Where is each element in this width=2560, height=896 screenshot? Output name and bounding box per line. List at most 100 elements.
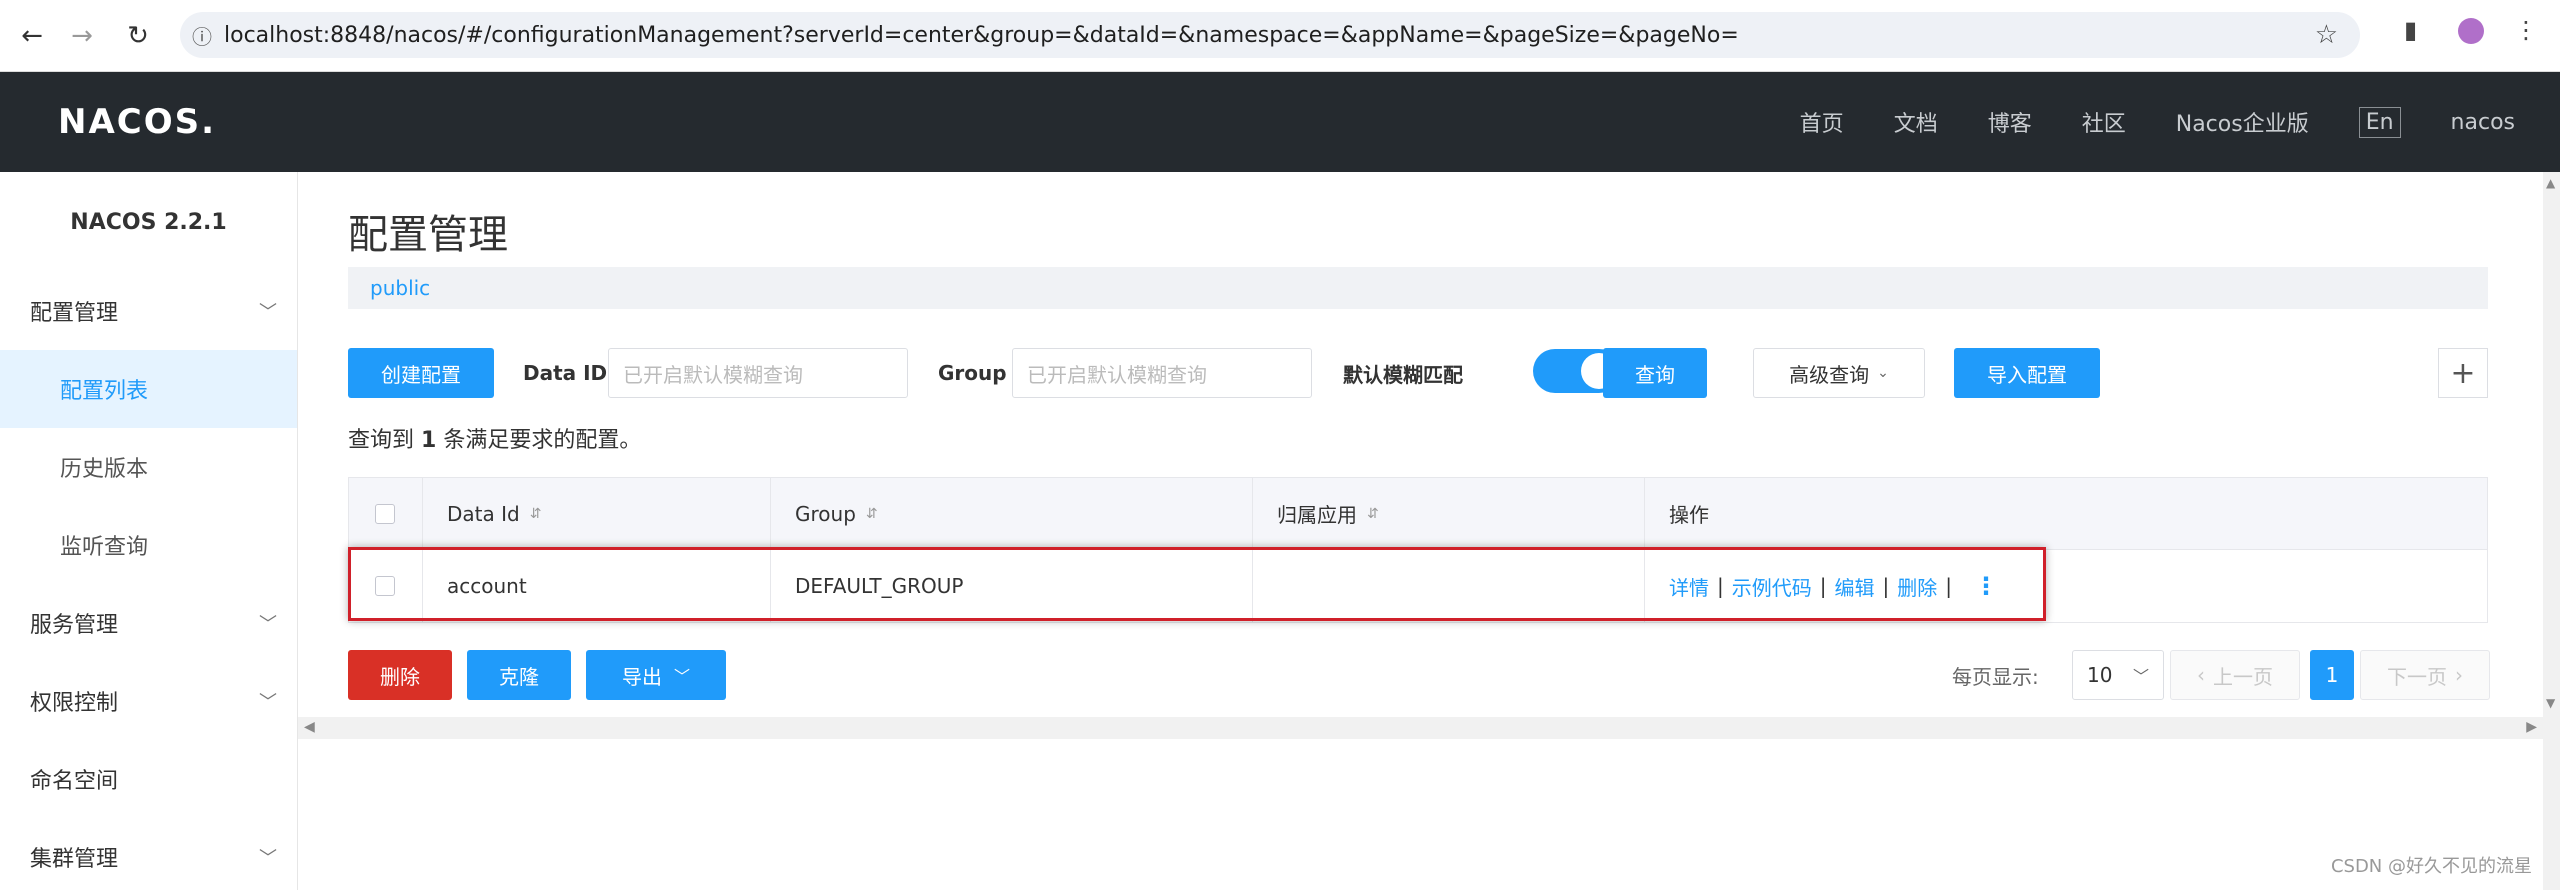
plus-icon[interactable]: + <box>2438 348 2488 398</box>
dataid-input[interactable]: 已开启默认模糊查询 <box>608 348 908 398</box>
header-label: Group <box>795 502 856 526</box>
profile-avatar-icon[interactable] <box>2458 18 2484 44</box>
query-button[interactable]: 查询 <box>1603 348 1707 398</box>
chevron-down-icon: ﹀ <box>259 688 277 714</box>
header-checkbox-cell <box>349 478 423 549</box>
nav-docs[interactable]: 文档 <box>1894 106 1938 138</box>
sidebar-item-namespace[interactable]: 命名空间 <box>0 740 297 818</box>
sidebar-item-config-management[interactable]: 配置管理 ﹀ <box>0 272 297 350</box>
namespace-public[interactable]: public <box>370 276 430 300</box>
sidebar-item-access-control[interactable]: 权限控制 ﹀ <box>0 662 297 740</box>
header-label: 归属应用 <box>1277 499 1357 528</box>
nav-home[interactable]: 首页 <box>1800 106 1844 138</box>
chevron-down-icon: ﹀ <box>259 610 277 636</box>
table-row: account DEFAULT_GROUP 详情 | 示例代码 | 编辑 | 删… <box>349 550 2487 622</box>
import-config-button[interactable]: 导入配置 <box>1954 348 2100 398</box>
scroll-left-icon[interactable]: ◀ <box>304 719 315 735</box>
header-app[interactable]: 归属应用 ⇵ <box>1253 478 1645 549</box>
advanced-query-button[interactable]: 高级查询 ⌄ <box>1753 348 1925 398</box>
sidebar-item-label: 命名空间 <box>30 763 118 795</box>
delete-link[interactable]: 删除 <box>1897 572 1937 601</box>
sidebar-item-label: 权限控制 <box>30 685 118 717</box>
sort-icon[interactable]: ⇵ <box>866 506 878 522</box>
batch-delete-button[interactable]: 删除 <box>348 650 452 700</box>
more-options-icon[interactable]: ⋮ <box>1974 572 1998 600</box>
user-name[interactable]: nacos <box>2451 110 2515 135</box>
language-switch[interactable]: En <box>2359 107 2401 138</box>
edit-link[interactable]: 编辑 <box>1835 572 1875 601</box>
chevron-down-icon: ﹀ <box>259 298 277 324</box>
nav-enterprise[interactable]: Nacos企业版 <box>2176 106 2309 138</box>
sidebar-item-listener-query[interactable]: 监听查询 <box>0 506 297 584</box>
sample-code-link[interactable]: 示例代码 <box>1732 572 1812 601</box>
main-content: 配置管理 public 创建配置 Data ID 已开启默认模糊查询 Group… <box>298 172 2543 890</box>
sidebar: NACOS 2.2.1 配置管理 ﹀ 配置列表 历史版本 监听查询 服务管理 ﹀… <box>0 172 298 890</box>
sidebar-item-label: 配置管理 <box>30 295 118 327</box>
group-input[interactable]: 已开启默认模糊查询 <box>1012 348 1312 398</box>
scroll-right-icon[interactable]: ▶ <box>2526 719 2537 735</box>
header-dataid[interactable]: Data Id ⇵ <box>423 478 771 549</box>
page-title: 配置管理 <box>348 202 508 260</box>
sidebar-item-label: 集群管理 <box>30 841 118 873</box>
group-label: Group <box>938 348 1007 398</box>
select-all-checkbox[interactable] <box>375 504 395 524</box>
header-operations: 操作 <box>1645 478 2487 549</box>
top-navbar: NACOS. 首页 文档 博客 社区 Nacos企业版 En nacos <box>0 72 2560 172</box>
header-group[interactable]: Group ⇵ <box>771 478 1253 549</box>
sort-icon[interactable]: ⇵ <box>530 506 542 522</box>
prev-page-label: 上一页 <box>2213 661 2273 690</box>
chevron-down-icon: ﹀ <box>259 844 277 870</box>
forward-icon[interactable]: → <box>62 16 102 56</box>
separator: | <box>1820 574 1827 598</box>
scroll-up-icon[interactable]: ▲ <box>2546 176 2555 190</box>
row-checkbox[interactable] <box>375 576 395 596</box>
dataid-label: Data ID <box>523 348 607 398</box>
sidebar-item-history[interactable]: 历史版本 <box>0 428 297 506</box>
sidebar-toggle-icon[interactable]: ▮ <box>2404 16 2417 44</box>
url-text: localhost:8848/nacos/#/configurationMana… <box>224 23 1739 48</box>
site-info-icon[interactable]: ⓘ <box>180 21 224 50</box>
separator: | <box>1945 574 1952 598</box>
result-prefix: 查询到 <box>348 428 414 453</box>
result-suffix: 条满足要求的配置。 <box>443 428 641 453</box>
nav-blog[interactable]: 博客 <box>1988 106 2032 138</box>
nacos-logo[interactable]: NACOS. <box>58 102 216 142</box>
prev-page-button[interactable]: ‹ 上一页 <box>2170 650 2300 700</box>
horizontal-scrollbar[interactable]: ◀ ▶ <box>298 717 2543 739</box>
result-count: 1 <box>421 428 436 453</box>
sidebar-item-cluster-management[interactable]: 集群管理 ﹀ <box>0 818 297 896</box>
fuzzy-match-label: 默认模糊匹配 <box>1343 348 1463 398</box>
table-header: Data Id ⇵ Group ⇵ 归属应用 ⇵ 操作 <box>349 478 2487 550</box>
header-label: 操作 <box>1669 499 1709 528</box>
clone-button[interactable]: 克隆 <box>467 650 571 700</box>
page-size-select[interactable]: 10 ﹀ <box>2072 650 2164 700</box>
sidebar-item-config-list[interactable]: 配置列表 <box>0 350 297 428</box>
address-bar[interactable]: ⓘ localhost:8848/nacos/#/configurationMa… <box>180 12 2360 58</box>
bookmark-star-icon[interactable]: ☆ <box>2315 20 2338 50</box>
config-table: Data Id ⇵ Group ⇵ 归属应用 ⇵ 操作 account DEFAULT… <box>348 477 2488 623</box>
next-page-button[interactable]: 下一页 › <box>2360 650 2490 700</box>
export-button[interactable]: 导出 ﹀ <box>586 650 726 700</box>
header-label: Data Id <box>447 502 520 526</box>
chevron-right-icon: › <box>2455 663 2463 687</box>
browser-chrome: ← → ↻ ⓘ localhost:8848/nacos/#/configura… <box>0 0 2560 72</box>
scroll-down-icon[interactable]: ▼ <box>2546 696 2555 710</box>
cell-group: DEFAULT_GROUP <box>771 550 1253 622</box>
nav-community[interactable]: 社区 <box>2082 106 2126 138</box>
cell-operations: 详情 | 示例代码 | 编辑 | 删除 | ⋮ <box>1645 550 2487 622</box>
back-icon[interactable]: ← <box>12 16 52 56</box>
reload-icon[interactable]: ↻ <box>118 16 158 56</box>
browser-menu-icon[interactable]: ⋮ <box>2514 16 2538 44</box>
result-summary: 查询到 1 条满足要求的配置。 <box>348 422 641 454</box>
chevron-left-icon: ‹ <box>2197 663 2205 687</box>
separator: | <box>1883 574 1890 598</box>
version-label: NACOS 2.2.1 <box>0 172 297 272</box>
sort-icon[interactable]: ⇵ <box>1367 506 1379 522</box>
cell-app <box>1253 550 1645 622</box>
create-config-button[interactable]: 创建配置 <box>348 348 494 398</box>
page-1-button[interactable]: 1 <box>2310 650 2354 700</box>
bottom-actions: 删除 克隆 导出 ﹀ 每页显示: 10 ﹀ ‹ 上一页 1 下一页 › <box>348 650 2488 700</box>
sidebar-item-service-management[interactable]: 服务管理 ﹀ <box>0 584 297 662</box>
vertical-scrollbar[interactable]: ▲ ▼ <box>2543 172 2560 890</box>
details-link[interactable]: 详情 <box>1669 572 1709 601</box>
